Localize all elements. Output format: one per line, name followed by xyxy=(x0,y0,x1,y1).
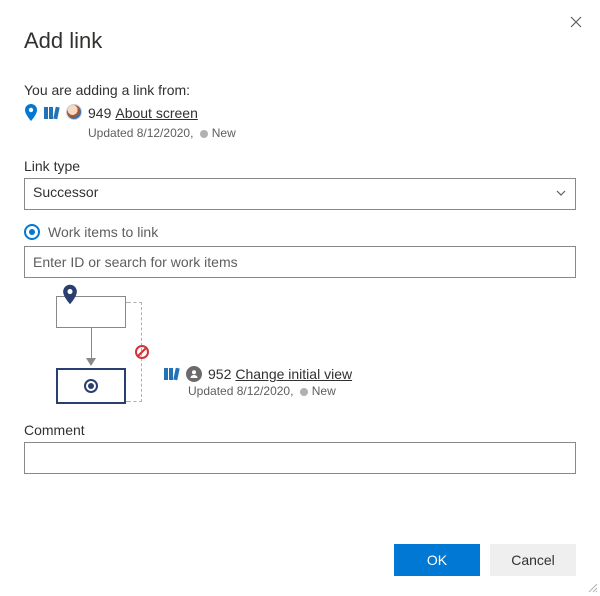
source-id: 949 xyxy=(88,105,111,121)
source-state: New xyxy=(212,126,236,140)
link-diagram xyxy=(24,288,150,408)
arrow-head-icon xyxy=(86,358,96,366)
work-items-label: Work items to link xyxy=(48,224,158,240)
chevron-down-icon xyxy=(555,186,567,202)
comment-label: Comment xyxy=(24,422,576,438)
unassigned-icon xyxy=(186,366,202,382)
close-button[interactable] xyxy=(564,10,588,34)
source-work-item: 949About screen Updated 8/12/2020, New xyxy=(24,104,576,142)
link-diagram-area: 952Change initial view Updated 8/12/2020… xyxy=(24,288,576,408)
book-icon xyxy=(44,106,60,120)
linked-work-item: 952Change initial view Updated 8/12/2020… xyxy=(164,366,352,398)
linked-meta: Updated 8/12/2020, New xyxy=(188,384,352,398)
diagram-dashed-lead2 xyxy=(126,401,130,402)
state-dot-icon xyxy=(300,388,308,396)
dialog-footer: OK Cancel xyxy=(394,544,576,576)
pin-icon xyxy=(62,284,78,309)
linked-title-link[interactable]: Change initial view xyxy=(235,366,352,382)
work-items-search-input[interactable] xyxy=(24,246,576,278)
source-title-link[interactable]: About screen xyxy=(115,105,198,121)
target-marker-icon xyxy=(84,379,98,393)
link-type-label: Link type xyxy=(24,158,576,174)
resize-grip-icon[interactable] xyxy=(586,580,598,592)
pin-icon xyxy=(24,104,38,122)
state-dot-icon xyxy=(200,130,208,138)
forbidden-icon xyxy=(134,344,150,360)
linked-id: 952 xyxy=(208,366,231,382)
avatar xyxy=(66,104,82,120)
diagram-target-box xyxy=(56,368,126,404)
cancel-button[interactable]: Cancel xyxy=(490,544,576,576)
book-icon xyxy=(164,367,180,381)
link-type-select[interactable]: Successor xyxy=(24,178,576,210)
source-meta: Updated 8/12/2020, New xyxy=(88,124,236,142)
source-updated: Updated 8/12/2020, xyxy=(88,126,193,140)
linked-updated: Updated 8/12/2020, xyxy=(188,384,293,398)
link-type-value: Successor xyxy=(33,184,98,200)
linked-state: New xyxy=(312,384,336,398)
work-items-section-header: Work items to link xyxy=(24,224,576,240)
arrow-line xyxy=(91,328,92,360)
intro-text: You are adding a link from: xyxy=(24,82,576,98)
ok-button[interactable]: OK xyxy=(394,544,480,576)
diagram-dashed-lead xyxy=(126,302,130,303)
dialog-title: Add link xyxy=(24,28,576,54)
target-icon xyxy=(24,224,40,240)
comment-input[interactable] xyxy=(24,442,576,474)
close-icon xyxy=(570,16,582,28)
source-id-title[interactable]: 949About screen xyxy=(88,105,198,121)
